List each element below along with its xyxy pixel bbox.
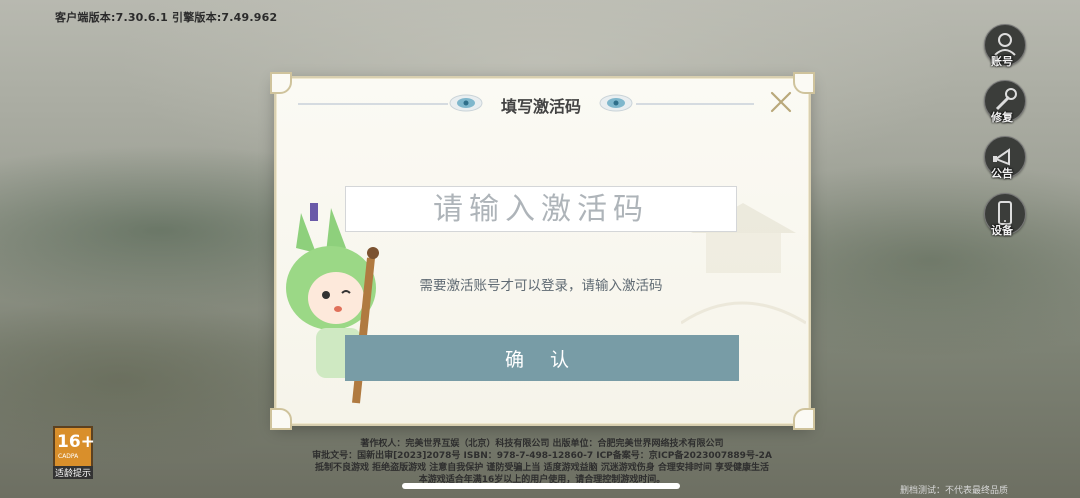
age-rating-value: 16+ <box>57 432 95 452</box>
title-divider-right <box>636 103 754 105</box>
activation-code-dialog: 填写激活码 需要激活账号才可以登录，请输入激活码 确 认 <box>270 72 815 430</box>
eye-ornament-icon <box>599 94 633 112</box>
age-rating-label: 适龄提示 <box>53 466 93 479</box>
confirm-button[interactable]: 确 认 <box>345 335 739 381</box>
side-button-label: 设备 <box>991 224 1013 237</box>
title-divider-left <box>298 103 448 105</box>
side-button-device[interactable]: 设备 <box>984 193 1026 237</box>
footer-line: 审批文号：国新出审[2023]2078号 ISBN：978-7-498-1286… <box>312 451 772 461</box>
side-button-account[interactable]: 账号 <box>984 24 1026 68</box>
age-rating-org: CADPA <box>58 453 79 460</box>
dialog-corner-ornament <box>270 72 292 94</box>
home-indicator[interactable] <box>402 483 680 489</box>
footer-line: 著作权人：完美世界互娱（北京）科技有限公司 出版单位：合肥完美世界网络技术有限公… <box>360 439 724 449</box>
footer-line: 抵制不良游戏 拒绝盗版游戏 注意自我保护 谨防受骗上当 适度游戏益脑 沉迷游戏伤… <box>315 463 769 473</box>
dialog-corner-ornament <box>793 408 815 430</box>
side-button-label: 账号 <box>991 55 1013 68</box>
side-button-label: 公告 <box>991 167 1013 180</box>
mascot-character <box>286 203 379 404</box>
legal-footer: 著作权人：完美世界互娱（北京）科技有限公司 出版单位：合肥完美世界网络技术有限公… <box>262 438 822 486</box>
close-icon[interactable] <box>769 90 793 114</box>
version-info: 客户端版本:7.30.6.1 引擎版本:7.49.962 <box>55 11 278 24</box>
side-button-label: 修复 <box>991 111 1013 124</box>
dialog-title-banner: 填写激活码 <box>446 88 636 120</box>
test-notice: 删档测试：不代表最终品质 <box>900 486 1009 496</box>
side-button-repair[interactable]: 修复 <box>984 80 1026 124</box>
side-button-announcement[interactable]: 公告 <box>984 136 1026 180</box>
dialog-corner-ornament <box>793 72 815 94</box>
activation-code-input[interactable] <box>345 186 737 232</box>
activation-hint: 需要激活账号才可以登录，请输入激活码 <box>419 278 663 294</box>
